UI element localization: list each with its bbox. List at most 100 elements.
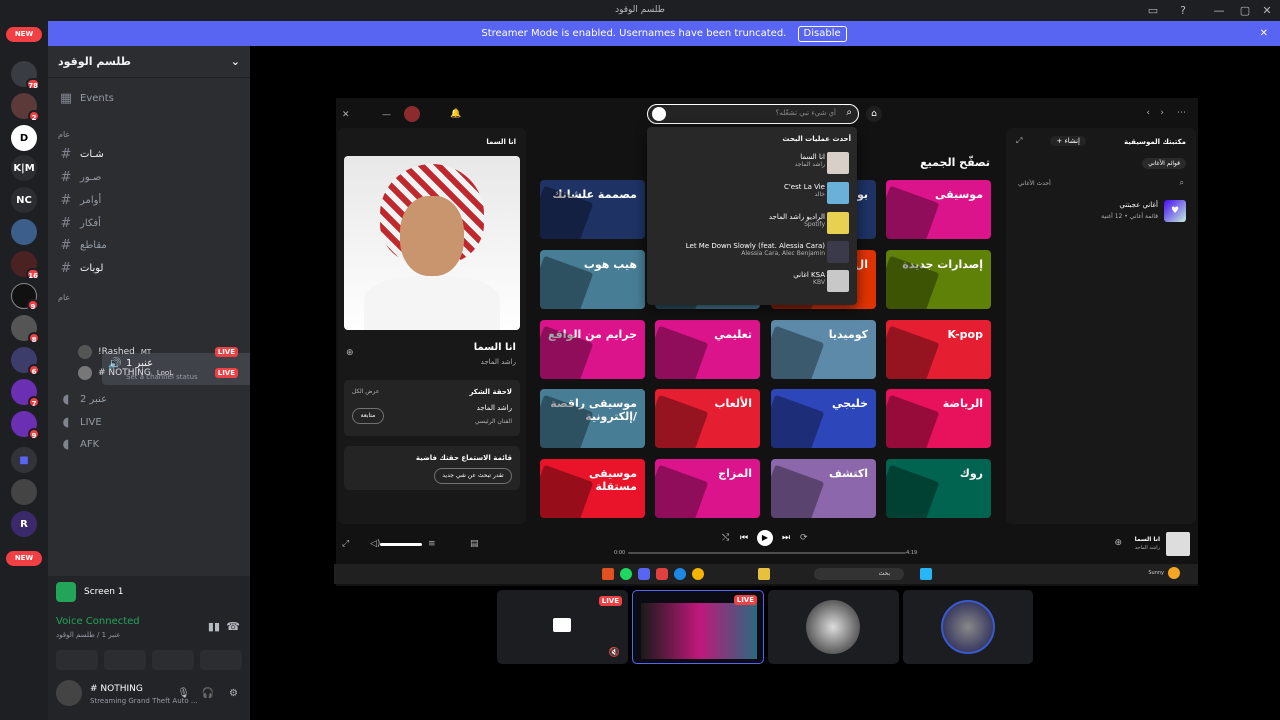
activities-button[interactable] [152,650,194,670]
voice-channel[interactable]: ◖ عنبر 2 [58,389,242,409]
progress-bar[interactable] [628,552,906,554]
server-icon[interactable]: 78 [11,61,40,90]
forward-icon[interactable]: › [1160,108,1164,118]
channel-item[interactable]: # مقاطع [58,235,242,255]
sort-dropdown[interactable]: أحدث الأغاني [1018,180,1051,187]
channel-item[interactable]: # أوامر [58,190,242,210]
disable-button[interactable]: Disable [797,26,847,42]
browse-tile[interactable]: خليجي [771,389,876,448]
server-icon[interactable]: 16 [11,251,40,280]
server-icon[interactable]: 2 [11,93,40,122]
browse-tile[interactable]: تعليمي [655,320,760,379]
liked-songs[interactable]: أغاني عجبتني [1119,201,1158,209]
browse-tile[interactable]: الرياضة [886,389,991,448]
edge-icon[interactable] [674,568,686,580]
volume-icon[interactable]: ◁) [370,539,380,549]
browse-tile[interactable]: روك [886,459,991,518]
recent-search-item[interactable]: اغاني KSA KBV [655,271,825,286]
search-new-button[interactable]: تقدر تبحث عن شي جديد [434,468,512,484]
noise-icon[interactable]: ▮▮ [208,620,220,633]
browse-tile[interactable]: مصممة علشانك [540,180,645,239]
microphone-icon[interactable]: 🎙 [177,688,190,699]
browse-tile[interactable]: موسيقى راقصة /إلكترونية [540,389,645,448]
home-icon[interactable]: ⌂ [866,106,882,122]
show-all-link[interactable]: عرض الكل [352,388,379,395]
folder-icon[interactable]: ■ [11,447,37,473]
inbox-icon[interactable]: ▭ [1142,0,1164,21]
track-title[interactable]: انا السما [474,342,516,353]
help-icon[interactable]: ? [1172,0,1194,21]
member-row[interactable]: # NOTHING LooL LIVE [78,365,238,381]
avatar[interactable] [56,680,82,706]
participant-tile[interactable]: LIVE 🔇 [497,590,628,664]
search-icon[interactable]: ⌕ [1180,178,1184,188]
server-icon[interactable]: R [11,511,37,537]
recent-search-item[interactable]: C'est La Vie خالد [655,183,825,198]
member-row[interactable]: !Rashed MT LIVE [78,344,238,360]
disconnect-icon[interactable]: ☎ [226,620,240,633]
server-header[interactable]: طلسم الوقود ⌄ [48,46,250,78]
server-icon[interactable] [11,219,37,245]
browse-tile[interactable]: موسيقى [886,180,991,239]
folder-icon[interactable] [758,568,770,580]
server-icon[interactable]: 7 [11,379,40,408]
gear-icon[interactable]: ⚙ [229,688,238,699]
browse-tile[interactable]: K-pop [886,320,991,379]
browse-tile[interactable]: كوميديا [771,320,876,379]
app-icon[interactable] [920,568,932,580]
browse-tile[interactable]: موسيقى مستقلة [540,459,645,518]
close-window-icon[interactable]: ✕ [1256,0,1278,21]
camera-button[interactable] [56,650,98,670]
recent-search-item[interactable]: انا السما راشد الماجد [655,153,825,168]
channel-item[interactable]: # لوبات [58,258,242,278]
events-item[interactable]: ▦ Events [58,88,242,108]
screen-share-button[interactable] [104,650,146,670]
channel-item[interactable]: # صـور [58,167,242,187]
channel-item[interactable]: # أفكار [58,213,242,233]
server-icon[interactable]: D [11,125,37,151]
muted-icon[interactable]: 🔇 [609,648,620,658]
participant-tile[interactable]: LIVE [632,590,764,664]
search-bar[interactable]: أي شيء تبي تشغّله؟ ⌕ [647,104,859,124]
screen-share-preview[interactable]: Screen 1 [56,580,242,604]
chrome-icon[interactable] [692,568,704,580]
follow-button[interactable]: متابعة [352,408,384,424]
recent-search-item[interactable]: الراديو راشد الماجد Spotify [655,213,825,228]
server-icon[interactable] [11,479,37,505]
repeat-icon[interactable]: ⟳ [800,533,808,543]
search-input[interactable]: أي شيء تبي تشغّله؟ [776,109,836,117]
bell-icon[interactable]: 🔔 [450,109,461,119]
voice-channel[interactable]: ◖ LIVE [58,412,242,432]
volume-slider[interactable] [380,543,422,546]
participant-tile[interactable] [768,590,899,664]
voice-channel[interactable]: ◖ AFK [58,434,242,454]
browse-tile[interactable]: اكتشف [771,459,876,518]
add-icon[interactable]: ⊕ [346,348,354,358]
server-icon[interactable]: 9 [11,283,39,311]
expand-icon[interactable]: ⤢ [1016,136,1022,146]
channel-item[interactable]: # شـات [58,144,242,164]
close-icon[interactable]: ✕ [342,110,350,120]
browse-tile[interactable]: الألعاب [655,389,760,448]
track-artist[interactable]: راشد الماجد [481,358,516,366]
back-icon[interactable]: ‹ [1146,108,1150,118]
close-icon[interactable]: ✕ [1260,21,1268,46]
browse-tile[interactable]: جرايم من الواقع [540,320,645,379]
create-button[interactable]: + إنشاء [1050,136,1086,146]
app-icon[interactable] [656,568,668,580]
shuffle-icon[interactable]: ⤭ [722,533,729,543]
avatar[interactable] [404,106,420,122]
app-icon[interactable] [602,568,614,580]
server-icon[interactable]: K|M [11,155,37,181]
playlists-filter[interactable]: قوائم الأغاني [1142,158,1186,169]
add-icon[interactable]: ⊕ [1114,538,1122,548]
participant-tile[interactable] [903,590,1033,664]
browse-tile[interactable]: المزاج [655,459,760,518]
maximize-icon[interactable]: ▢ [1234,0,1256,21]
browse-icon[interactable] [652,107,666,121]
recent-search-item[interactable]: Let Me Down Slowly (feat. Alessia Cara) A… [635,242,825,257]
soundboard-button[interactable] [200,650,242,670]
play-button[interactable]: ▶ [757,530,773,546]
browse-tile[interactable]: هيب هوب [540,250,645,309]
spotify-icon[interactable] [620,568,632,580]
